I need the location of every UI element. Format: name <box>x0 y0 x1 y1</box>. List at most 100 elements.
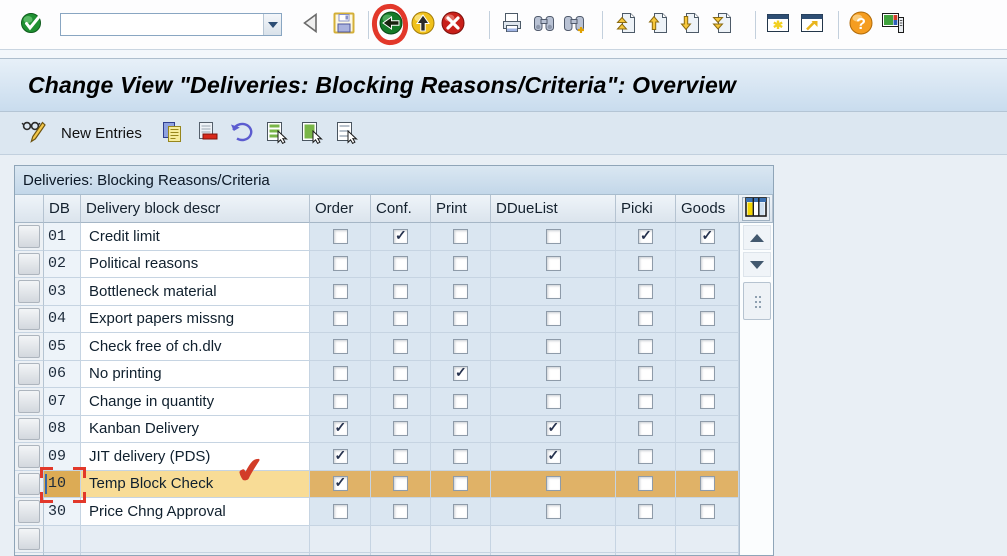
dduelist-checkbox[interactable] <box>545 283 561 299</box>
help-button[interactable]: ? <box>847 11 875 39</box>
picki-checkbox[interactable] <box>638 366 653 382</box>
conf-checkbox[interactable] <box>393 311 408 327</box>
navigate-back-button[interactable] <box>296 11 324 39</box>
col-header-dduelist[interactable]: DDueList <box>491 195 616 223</box>
print-checkbox[interactable] <box>453 256 468 272</box>
descr-cell[interactable]: Temp Block Check ✔ <box>81 450 310 498</box>
dduelist-checkbox[interactable] <box>545 393 561 409</box>
row-selector[interactable] <box>15 553 44 555</box>
picki-checkbox[interactable] <box>638 476 653 492</box>
print-checkbox[interactable] <box>453 393 468 409</box>
print-checkbox[interactable] <box>453 338 468 354</box>
command-dropdown-button[interactable] <box>263 14 281 35</box>
conf-checkbox[interactable] <box>393 503 408 519</box>
print-checkbox[interactable] <box>453 228 468 244</box>
new-entries-button[interactable]: New Entries <box>61 125 142 142</box>
descr-cell[interactable]: Political reasons <box>81 250 310 278</box>
conf-checkbox[interactable] <box>393 448 408 464</box>
customize-layout-button[interactable] <box>879 11 907 39</box>
goods-checkbox[interactable] <box>699 421 715 437</box>
col-header-print[interactable]: Print <box>431 195 491 223</box>
descr-cell[interactable]: Export papers missng <box>81 305 310 333</box>
col-header-order[interactable]: Order <box>310 195 371 223</box>
descr-cell[interactable] <box>81 553 310 555</box>
print-checkbox[interactable] <box>453 421 468 437</box>
create-shortcut-button[interactable] <box>798 11 826 39</box>
copy-as-button[interactable] <box>157 118 187 148</box>
find-button[interactable] <box>530 11 558 39</box>
dduelist-checkbox[interactable] <box>545 366 561 382</box>
print-button[interactable] <box>498 11 526 39</box>
picki-checkbox[interactable] <box>638 283 653 299</box>
exit-button[interactable] <box>409 11 437 39</box>
order-checkbox[interactable] <box>332 447 348 464</box>
order-checkbox[interactable] <box>332 283 348 299</box>
row-selector[interactable] <box>15 305 44 333</box>
row-selector[interactable] <box>15 360 44 388</box>
row-selector[interactable] <box>15 470 44 498</box>
save-button[interactable] <box>330 11 358 39</box>
row-selector[interactable] <box>15 278 44 306</box>
conf-checkbox[interactable] <box>393 421 408 437</box>
row-selector[interactable] <box>15 443 44 471</box>
descr-cell[interactable]: Check free of ch.dlv <box>81 333 310 361</box>
goods-checkbox[interactable] <box>699 366 715 382</box>
row-selector[interactable] <box>15 498 44 526</box>
order-checkbox[interactable] <box>332 503 348 519</box>
order-checkbox[interactable] <box>332 311 348 327</box>
picki-checkbox[interactable] <box>638 338 653 354</box>
picki-checkbox[interactable] <box>638 421 653 437</box>
deselect-all-button[interactable] <box>332 118 362 148</box>
picki-checkbox[interactable] <box>638 393 653 409</box>
print-checkbox[interactable] <box>453 476 468 492</box>
row-selector[interactable] <box>15 388 44 416</box>
table-settings-button[interactable] <box>741 196 770 221</box>
row-selector[interactable] <box>15 223 44 251</box>
scroll-up-button[interactable] <box>742 225 771 250</box>
dduelist-checkbox[interactable] <box>545 311 561 327</box>
row-selector[interactable] <box>15 250 44 278</box>
order-checkbox[interactable] <box>332 393 348 409</box>
picki-checkbox[interactable] <box>638 256 653 272</box>
order-checkbox[interactable] <box>332 338 348 354</box>
row-selector[interactable] <box>15 333 44 361</box>
db-cell[interactable]: 07 <box>44 388 81 416</box>
picki-checkbox[interactable] <box>638 448 653 464</box>
row-selector[interactable] <box>15 415 44 443</box>
goods-checkbox[interactable] <box>699 503 715 519</box>
print-checkbox[interactable] <box>453 283 468 299</box>
goods-checkbox[interactable] <box>699 227 715 244</box>
dduelist-checkbox[interactable] <box>545 503 561 519</box>
descr-cell[interactable]: JIT delivery (PDS) <box>81 443 310 471</box>
print-checkbox[interactable] <box>453 448 468 464</box>
order-checkbox[interactable] <box>332 228 348 244</box>
descr-cell[interactable]: Kanban Delivery <box>81 415 310 443</box>
conf-checkbox[interactable] <box>393 227 408 244</box>
scroll-down-button[interactable] <box>742 252 771 277</box>
delete-button[interactable] <box>192 118 222 148</box>
col-header-descr[interactable]: Delivery block descr <box>81 195 310 223</box>
previous-page-button[interactable] <box>645 11 673 39</box>
db-cell[interactable]: 05 <box>44 333 81 361</box>
picki-checkbox[interactable] <box>638 503 653 519</box>
goods-checkbox[interactable] <box>699 476 715 492</box>
goods-checkbox[interactable] <box>699 311 715 327</box>
db-cell[interactable]: 03 <box>44 278 81 306</box>
row-selector[interactable] <box>15 525 44 553</box>
select-all-button[interactable] <box>262 118 292 148</box>
select-block-button[interactable] <box>297 118 327 148</box>
dduelist-checkbox[interactable] <box>545 476 561 492</box>
db-cell[interactable]: 06 <box>44 360 81 388</box>
order-checkbox[interactable] <box>332 474 348 492</box>
descr-cell[interactable]: Price Chng Approval <box>81 498 310 526</box>
conf-checkbox[interactable] <box>393 338 408 354</box>
next-page-button[interactable] <box>677 11 705 39</box>
cancel-button[interactable] <box>439 11 467 39</box>
db-cell[interactable]: 04 <box>44 305 81 333</box>
last-page-button[interactable] <box>709 11 737 39</box>
db-cell[interactable]: 30 <box>44 498 81 526</box>
conf-checkbox[interactable] <box>393 476 408 492</box>
command-input[interactable] <box>61 14 263 35</box>
order-checkbox[interactable] <box>332 419 348 437</box>
undo-button[interactable] <box>227 118 257 148</box>
